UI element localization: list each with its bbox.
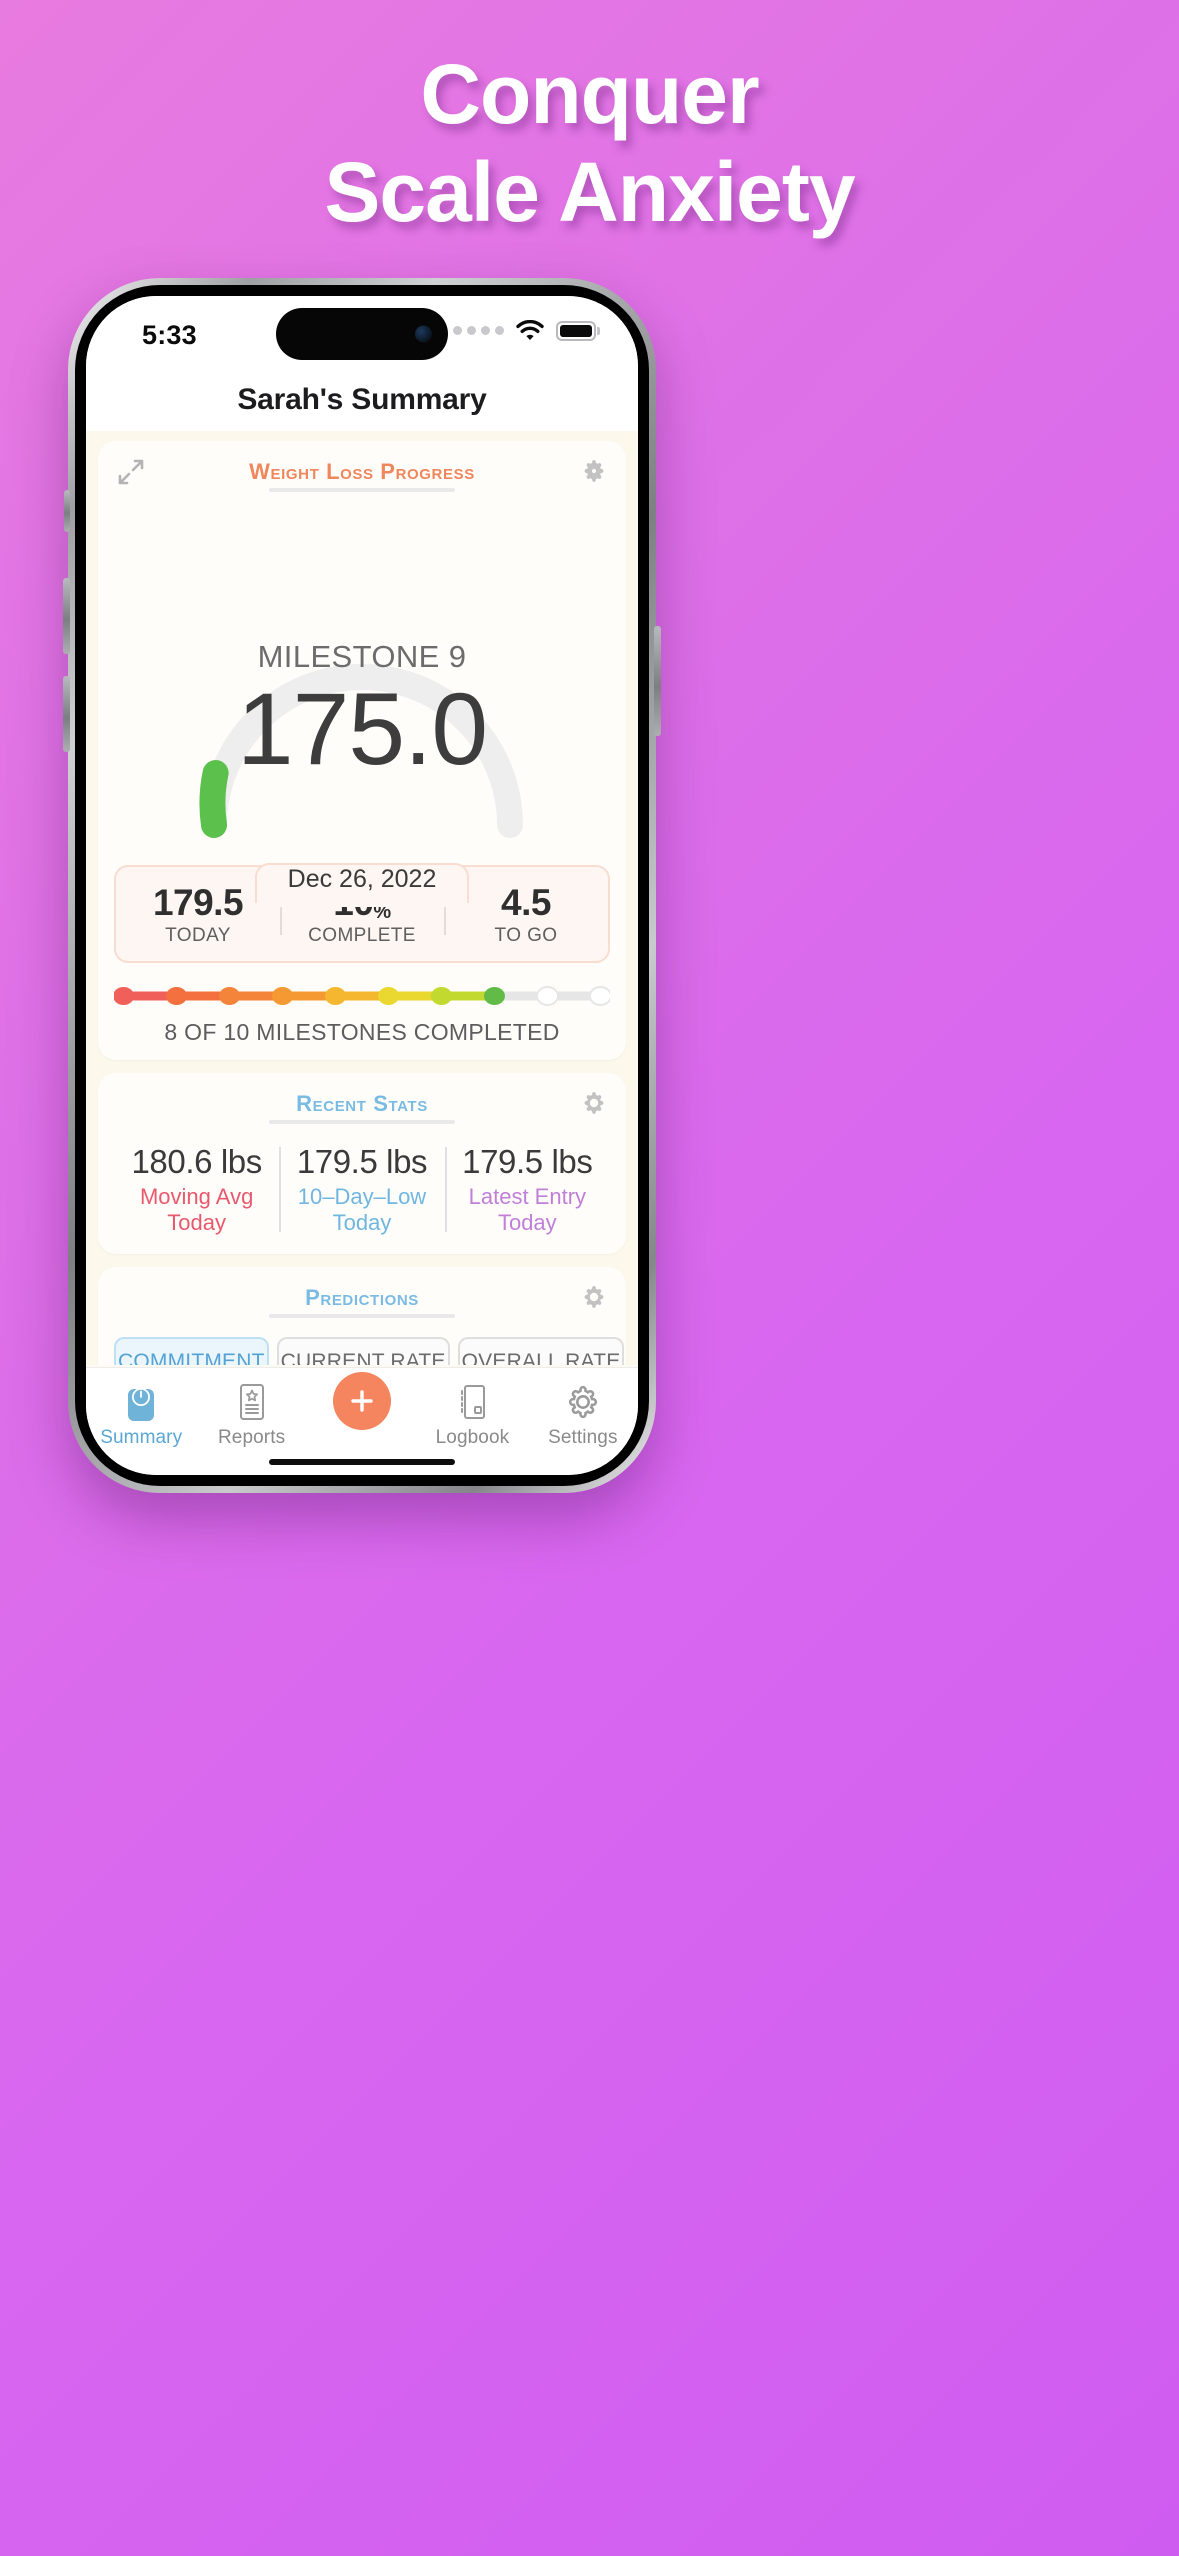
phone-screen: 5:33 Sarah's Summary Weight Loss Progres… xyxy=(86,296,638,1475)
power-button[interactable] xyxy=(654,626,661,736)
gear-icon xyxy=(528,1378,638,1426)
milestone-dot xyxy=(272,987,294,1005)
gear-icon[interactable] xyxy=(580,1089,608,1117)
tab-settings[interactable]: Settings xyxy=(528,1378,638,1449)
dynamic-island xyxy=(276,308,448,360)
milestone-track xyxy=(113,979,612,1013)
gauge-center-readout: MILESTONE 9 175.0 xyxy=(114,639,610,781)
stat-today-value: 179.5 xyxy=(152,881,244,923)
milestone-dot xyxy=(325,987,346,1005)
home-indicator xyxy=(269,1459,455,1465)
title-underline xyxy=(269,1314,455,1318)
page-title: Sarah's Summary xyxy=(237,383,487,416)
phone-mockup: 5:33 Sarah's Summary Weight Loss Progres… xyxy=(63,278,661,1493)
status-bar: 5:33 xyxy=(86,296,638,369)
title-underline xyxy=(269,1120,455,1124)
milestone-dot xyxy=(166,987,188,1005)
cellular-dots-icon xyxy=(453,326,504,335)
gauge-weight-value: 175.0 xyxy=(236,672,488,786)
recent-stat-sub: Today xyxy=(497,1210,557,1235)
stat-togo-label: TO GO xyxy=(494,924,558,946)
milestone-caption: 8 OF 10 MILESTONES COMPLETED xyxy=(164,1019,560,1045)
recent-stat-sub: Today xyxy=(167,1210,227,1235)
tab-settings-label: Settings xyxy=(548,1427,618,1448)
progress-card-title: Weight Loss Progress xyxy=(249,459,475,484)
milestone-dot xyxy=(113,987,135,1005)
milestone-dot xyxy=(536,986,559,1006)
front-camera-icon xyxy=(415,325,432,343)
recent-stats-header: Recent Stats xyxy=(114,1087,610,1133)
scroll-content[interactable]: Weight Loss Progress MILESTONE 9 175.0 D… xyxy=(86,431,638,1365)
promo-headline-line2: Scale Anxiety xyxy=(324,145,855,239)
recent-stat-latest-entry: 179.5 lbs Latest Entry Today xyxy=(444,1143,610,1236)
tab-overall-rate[interactable]: OVERALL RATE xyxy=(457,1337,625,1365)
recent-stats-card: Recent Stats 180.6 lbs Moving Avg Today xyxy=(98,1073,626,1254)
tab-reports-label: Reports xyxy=(217,1427,286,1448)
predictions-header: Predictions xyxy=(114,1281,610,1327)
stat-togo-value: 4.5 xyxy=(501,881,551,923)
recent-stat-value: 179.5 lbs xyxy=(462,1143,593,1180)
recent-stat-label: Latest Entry xyxy=(468,1184,587,1209)
predictions-card: Predictions COMMITMENT CURRENT RATE OVER… xyxy=(98,1267,626,1365)
wifi-icon xyxy=(516,319,544,341)
tab-current-rate[interactable]: CURRENT RATE xyxy=(276,1337,450,1365)
gear-icon[interactable] xyxy=(580,457,608,485)
milestone-track-svg xyxy=(113,986,612,1006)
recent-stat-label: Moving Avg xyxy=(139,1184,254,1209)
recent-stat-value: 179.5 lbs xyxy=(296,1143,428,1180)
tab-reports[interactable]: Reports xyxy=(196,1378,306,1449)
recent-stat-moving-avg: 180.6 lbs Moving Avg Today xyxy=(114,1143,279,1236)
tab-logbook-label: Logbook xyxy=(435,1427,510,1448)
progress-stats-strip: Dec 26, 2022 179.5 TODAY 10% COMPLETE 4.… xyxy=(114,863,610,963)
strip-date: Dec 26, 2022 xyxy=(287,865,437,893)
scale-icon xyxy=(86,1378,196,1426)
plus-fab-icon xyxy=(307,1372,417,1430)
add-entry-button[interactable] xyxy=(307,1372,417,1430)
tab-summary[interactable]: Summary xyxy=(86,1378,196,1449)
recent-stat-sub: Today xyxy=(332,1210,392,1235)
volume-up-button[interactable] xyxy=(63,578,70,654)
tab-summary-label: Summary xyxy=(100,1427,183,1448)
weight-loss-progress-card: Weight Loss Progress MILESTONE 9 175.0 D… xyxy=(98,441,626,1060)
milestone-dot xyxy=(219,987,241,1005)
milestone-dot xyxy=(378,987,399,1005)
predictions-tabs: COMMITMENT CURRENT RATE OVERALL RATE xyxy=(114,1337,625,1365)
tab-logbook[interactable]: Logbook xyxy=(417,1378,527,1449)
battery-full-icon xyxy=(556,320,596,341)
nav-bar: Sarah's Summary xyxy=(86,369,638,431)
recent-stats-title: Recent Stats xyxy=(296,1091,428,1116)
silent-switch[interactable] xyxy=(64,490,70,532)
tab-commitment[interactable]: COMMITMENT xyxy=(114,1337,269,1365)
volume-down-button[interactable] xyxy=(63,676,70,752)
gear-icon[interactable] xyxy=(580,1283,608,1311)
promo-headline: Conquer Scale Anxiety xyxy=(0,48,1179,238)
title-underline xyxy=(269,488,455,492)
bottom-tab-bar: Summary Reports Logbook Settings xyxy=(86,1367,638,1475)
recent-stats-row: 180.6 lbs Moving Avg Today 179.5 lbs 10–… xyxy=(114,1143,610,1240)
logbook-icon xyxy=(417,1378,527,1426)
milestone-dot xyxy=(430,987,452,1005)
milestone-dot xyxy=(483,987,505,1005)
recent-stat-ten-day-low: 179.5 lbs 10–Day–Low Today xyxy=(279,1143,444,1236)
progress-gauge: MILESTONE 9 175.0 xyxy=(114,495,610,867)
recent-stat-label: 10–Day–Low xyxy=(297,1184,427,1209)
stat-today-label: TODAY xyxy=(165,924,231,946)
milestone-label: MILESTONE 9 xyxy=(257,639,467,674)
promo-headline-line1: Conquer xyxy=(420,47,759,141)
recent-stat-value: 180.6 lbs xyxy=(131,1143,262,1180)
report-icon xyxy=(196,1378,306,1426)
stat-complete-label: COMPLETE xyxy=(308,924,416,946)
status-indicators xyxy=(453,319,596,341)
milestone-dot xyxy=(589,986,612,1006)
status-time: 5:33 xyxy=(142,320,197,350)
predictions-title: Predictions xyxy=(305,1285,419,1310)
